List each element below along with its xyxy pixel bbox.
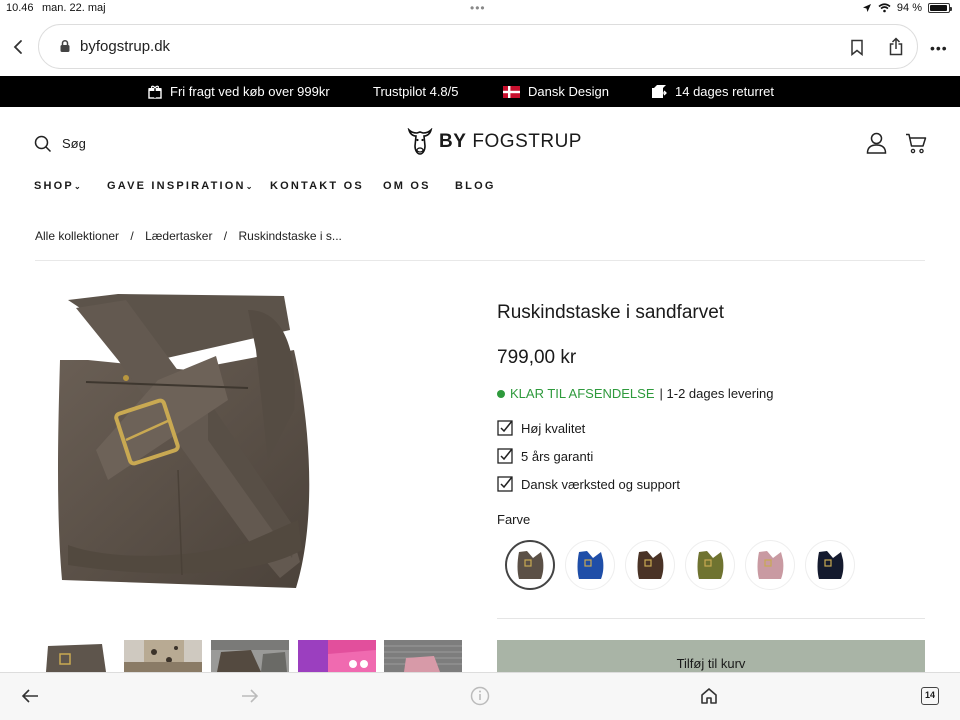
chevron-down-icon: ⌄	[245, 182, 253, 191]
bookmark-icon[interactable]	[850, 39, 864, 56]
nav-item-blog[interactable]: BLOG	[455, 180, 496, 192]
nav-item-gave-inspiration[interactable]: GAVE INSPIRATION⌄	[107, 180, 252, 192]
share-icon[interactable]	[888, 37, 904, 56]
thumbnail[interactable]	[211, 640, 289, 672]
url-text[interactable]: byfogstrup.dk	[80, 38, 170, 55]
promo-text: Fri fragt ved køb over 999kr	[170, 84, 330, 99]
color-swatch-brown-grey[interactable]	[505, 540, 555, 590]
breadcrumb-item[interactable]: Lædertasker	[145, 229, 212, 243]
promo-item-return: 14 dages returret	[651, 84, 774, 99]
color-label: Farve	[497, 512, 531, 527]
color-swatch-dark-brown[interactable]	[625, 540, 675, 590]
bag-thumbnail-icon	[697, 551, 724, 579]
cart-icon[interactable]	[905, 133, 927, 154]
stock-status: KLAR TIL AFSENDELSE | 1-2 dages levering	[497, 386, 773, 401]
product-price: 799,00 kr	[497, 347, 577, 368]
bag-thumbnail-icon	[817, 551, 844, 579]
feature-text: Høj kvalitet	[521, 420, 586, 436]
thumbnail[interactable]	[384, 640, 462, 672]
thumbnail[interactable]	[124, 640, 202, 672]
browser-back-icon[interactable]	[10, 38, 28, 56]
feature-item: 5 års garanti	[497, 448, 593, 464]
checkbox-check-icon	[497, 448, 513, 464]
status-time: 10.46	[6, 2, 34, 14]
bag-thumbnail-icon	[577, 551, 604, 579]
checkbox-check-icon	[497, 420, 513, 436]
color-swatch-blue[interactable]	[565, 540, 615, 590]
wifi-icon	[878, 3, 891, 13]
status-right: 94 %	[862, 2, 952, 14]
nav-item-shop[interactable]: SHOP⌄	[34, 180, 81, 192]
bag-thumbnail-icon	[517, 551, 544, 579]
search-label[interactable]: Søg	[62, 136, 86, 151]
account-icon[interactable]	[866, 132, 887, 154]
breadcrumb-separator: /	[130, 229, 134, 243]
browser-toolbar: 14	[0, 672, 960, 720]
nav-item-label: BLOG	[455, 180, 496, 192]
feature-text: Dansk værksted og support	[521, 476, 680, 492]
bag-thumbnail-icon	[637, 551, 664, 579]
home-icon[interactable]	[700, 687, 718, 705]
thumbnail[interactable]	[44, 640, 110, 672]
bull-head-logo-icon	[407, 128, 433, 155]
address-bar[interactable]: byfogstrup.dk	[38, 24, 918, 69]
info-sparkle-icon[interactable]	[470, 686, 490, 706]
divider	[35, 260, 925, 261]
color-swatch-rose[interactable]	[745, 540, 795, 590]
danish-flag-icon	[503, 85, 520, 98]
stock-status-text: KLAR TIL AFSENDELSE	[510, 386, 655, 401]
promo-bar: Fri fragt ved køb over 999kr Trustpilot …	[0, 76, 960, 107]
back-arrow-icon[interactable]	[21, 688, 39, 704]
promo-text: 14 dages returret	[675, 84, 775, 99]
promo-item-design: Dansk Design	[503, 84, 609, 99]
product-title: Ruskindstaske i sandfarvet	[497, 302, 725, 323]
battery-percent: 94 %	[896, 2, 922, 14]
battery-icon	[928, 3, 952, 13]
breadcrumb: Alle kollektioner / Lædertasker / Ruskin…	[35, 229, 342, 243]
breadcrumb-current: Ruskindstaske i s...	[238, 229, 342, 243]
nav-item-label: OM OS	[383, 180, 431, 192]
feature-item: Høj kvalitet	[497, 420, 585, 436]
more-options-icon[interactable]: •••	[930, 40, 948, 56]
feature-item: Dansk værksted og support	[497, 476, 680, 492]
location-icon	[862, 4, 871, 12]
site-logo[interactable]: BY FOGSTRUP	[407, 128, 582, 156]
search-icon[interactable]	[34, 135, 52, 153]
nav-item-label: KONTAKT OS	[270, 180, 364, 192]
product-image[interactable]	[48, 290, 328, 600]
lock-icon	[60, 39, 70, 52]
checkbox-check-icon	[497, 476, 513, 492]
promo-text: Trustpilot 4.8/5	[373, 84, 459, 99]
chevron-down-icon: ⌄	[73, 182, 81, 191]
nav-item-om-os[interactable]: OM OS	[383, 180, 431, 192]
breadcrumb-item[interactable]: Alle kollektioner	[35, 229, 119, 243]
breadcrumb-separator: /	[223, 229, 228, 243]
delivery-text: | 1-2 dages levering	[659, 386, 774, 401]
battery-fill	[930, 5, 947, 11]
tabs-count-button[interactable]: 14	[921, 687, 939, 705]
promo-item-shipping: Fri fragt ved køb over 999kr	[148, 84, 330, 99]
promo-text: Dansk Design	[528, 84, 609, 99]
logo-text-name: FOGSTRUP	[472, 131, 582, 152]
status-bar: 10.46 man. 22. maj ••• 94 %	[0, 0, 960, 18]
in-stock-dot-icon	[497, 389, 505, 398]
color-swatch-olive[interactable]	[685, 540, 735, 590]
color-swatch-navy[interactable]	[805, 540, 855, 590]
feature-text: 5 års garanti	[521, 448, 594, 464]
logo-text-by: BY	[439, 131, 467, 152]
return-package-icon	[652, 85, 667, 98]
nav-item-label: SHOP	[34, 180, 74, 192]
thumbnail[interactable]	[298, 640, 376, 672]
promo-item-trustpilot: Trustpilot 4.8/5	[373, 84, 459, 99]
multitasking-dots-icon[interactable]: •••	[470, 1, 486, 15]
status-date: man. 22. maj	[42, 2, 106, 14]
nav-item-label: GAVE INSPIRATION	[107, 180, 246, 192]
bag-thumbnail-icon	[757, 551, 784, 579]
forward-arrow-icon[interactable]	[241, 688, 259, 704]
divider	[497, 618, 925, 619]
gift-icon	[148, 85, 162, 99]
nav-item-kontakt-os[interactable]: KONTAKT OS	[270, 180, 364, 192]
